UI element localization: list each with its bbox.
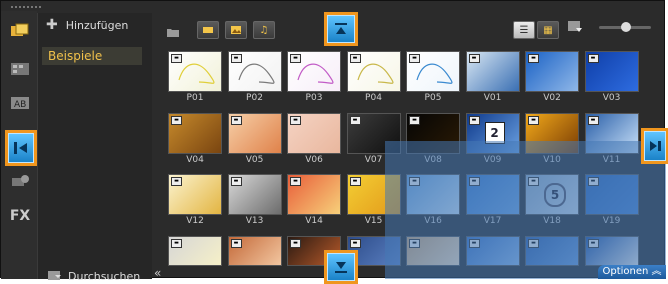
clip-type-icon: ▬ — [230, 115, 242, 125]
chevron-up-icon: ︽ — [651, 266, 662, 277]
thumbnail-caption: V06 — [305, 154, 323, 165]
show-video-toggle[interactable] — [197, 21, 219, 39]
thumbnail-caption: P03 — [305, 93, 323, 103]
media-thumbnail[interactable]: ▬ — [287, 51, 341, 92]
thumbnail-caption: P05 — [424, 93, 442, 103]
library-folder-panel: ✚ Hinzufügen Beispiele Durchsuchen — [37, 13, 152, 283]
thumbnail-view-button[interactable]: ▦ — [537, 21, 559, 39]
options-overlay — [385, 141, 666, 279]
clip-type-icon: ▬ — [409, 115, 420, 125]
clip-type-icon: ▬ — [290, 115, 301, 125]
clip-type-icon: ▬ — [528, 54, 539, 63]
options-button[interactable]: Optionen ︽ — [598, 265, 666, 279]
clip-type-icon: ▬ — [230, 238, 242, 248]
video-filter-icon[interactable] — [9, 59, 31, 79]
drag-grip[interactable] — [11, 6, 41, 10]
clip-type-icon: ▬ — [290, 238, 301, 248]
clip-type-icon: ▬ — [468, 54, 480, 63]
clip-type-icon: ▬ — [171, 115, 182, 125]
clip-type-icon: ▬ — [230, 54, 242, 63]
scroll-to-top-button[interactable] — [324, 12, 358, 46]
thumbnail-caption: P02 — [246, 93, 263, 103]
media-thumbnail[interactable]: ▬ — [168, 51, 222, 92]
svg-text:AB: AB — [14, 100, 26, 110]
thumbnail-caption: V14 — [305, 216, 323, 226]
media-icon[interactable] — [9, 21, 31, 41]
media-thumbnail[interactable]: ▬ — [525, 51, 579, 92]
media-thumbnail[interactable]: ▬ — [168, 174, 222, 215]
media-thumbnail[interactable]: ▬ — [227, 51, 282, 92]
media-thumbnail[interactable]: ▬ — [346, 51, 401, 92]
media-thumbnail[interactable]: ▬ — [227, 235, 282, 266]
clip-type-icon: ▬ — [409, 54, 420, 63]
options-label: Optionen — [602, 266, 649, 277]
clip-type-icon: ▬ — [230, 177, 242, 186]
thumbnail-caption: V12 — [186, 216, 204, 226]
thumbnail-view-icon: ▦ — [543, 24, 553, 36]
clip-type-icon: ▬ — [349, 115, 361, 125]
scroll-to-bottom-button[interactable] — [324, 250, 358, 284]
show-photo-toggle[interactable] — [225, 21, 247, 39]
clip-type-icon: ▬ — [587, 54, 599, 63]
tool-rail: AB FX — [1, 11, 37, 279]
clip-type-icon: ▬ — [349, 238, 361, 248]
transition-icon[interactable] — [5, 130, 37, 166]
show-audio-toggle[interactable]: ♫ — [253, 21, 275, 39]
thumbnail-caption: V02 — [543, 93, 561, 103]
graphic-icon[interactable] — [9, 171, 31, 191]
media-thumbnail[interactable]: ▬ — [287, 174, 341, 215]
thumbnail-caption: V04 — [186, 154, 204, 165]
clip-type-icon: ▬ — [587, 115, 599, 125]
media-thumbnail[interactable]: ▬ — [227, 112, 282, 154]
clip-type-icon: ▬ — [349, 177, 361, 186]
media-thumbnail[interactable]: ▬ — [465, 51, 520, 92]
browse-button[interactable]: Durchsuchen — [48, 269, 140, 284]
thumbnail-caption: V05 — [245, 154, 264, 165]
add-folder-label: Hinzufügen — [65, 18, 129, 32]
browse-label: Durchsuchen — [68, 270, 141, 283]
clip-type-icon: ▬ — [468, 115, 480, 125]
collapse-panel-button[interactable]: « — [154, 266, 161, 280]
add-folder-button[interactable]: ✚ Hinzufügen — [38, 13, 160, 37]
media-thumbnail[interactable]: ▬ — [287, 112, 341, 154]
plus-icon: ✚ — [46, 17, 58, 33]
list-view-button[interactable]: ☰ — [513, 21, 535, 39]
clip-type-icon: ▬ — [171, 54, 182, 63]
thumbnail-caption: V03 — [602, 93, 621, 103]
title-icon[interactable]: AB — [9, 93, 31, 113]
library-panel-window: AB FX ✚ Hinzufügen Beispiele Durchsuchen… — [0, 0, 668, 284]
clip-type-icon: ▬ — [349, 54, 361, 63]
media-thumbnail[interactable]: ▬ — [227, 174, 282, 215]
thumbnail-caption: V01 — [483, 93, 502, 103]
music-note-icon: ♫ — [259, 24, 269, 36]
thumbnail-caption: P01 — [186, 93, 204, 103]
fx-icon[interactable]: FX — [9, 206, 31, 226]
browse-icon — [48, 269, 62, 284]
thumbnail-caption: V13 — [245, 216, 264, 226]
thumbnail-size-slider-knob[interactable] — [621, 22, 631, 32]
media-thumbnail[interactable]: ▬ — [406, 51, 460, 92]
clip-type-icon: ▬ — [171, 238, 182, 248]
folder-icon[interactable] — [166, 23, 180, 42]
media-thumbnail[interactable]: ▬ — [168, 112, 222, 154]
clip-type-icon: ▬ — [528, 115, 539, 125]
media-thumbnail[interactable]: ▬ — [584, 51, 639, 92]
clip-type-icon: ▬ — [290, 54, 301, 63]
folder-item-beispiele[interactable]: Beispiele — [42, 47, 142, 65]
list-view-icon: ☰ — [519, 24, 529, 36]
clip-type-icon: ▬ — [290, 177, 301, 186]
next-page-button[interactable] — [641, 128, 668, 164]
media-thumbnail[interactable]: ▬ — [168, 235, 222, 266]
thumbnail-caption: P04 — [365, 93, 382, 103]
clip-type-icon: ▬ — [171, 177, 182, 186]
sort-icon[interactable] — [567, 19, 583, 39]
